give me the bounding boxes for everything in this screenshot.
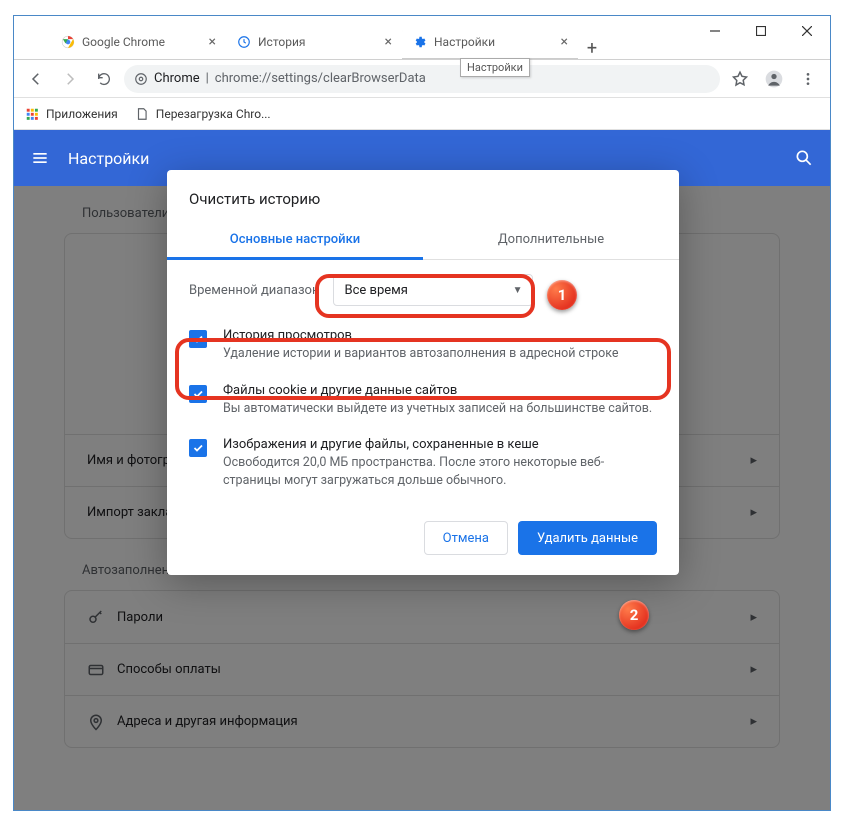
url-path: chrome://settings/clearBrowserData <box>215 71 426 86</box>
back-button[interactable] <box>22 65 50 93</box>
page-title: Настройки <box>68 149 149 168</box>
option-text: Файлы cookie и другие данные сайтов Вы а… <box>223 383 652 418</box>
search-icon[interactable] <box>794 148 814 168</box>
maximize-button[interactable] <box>738 16 784 46</box>
tab-history[interactable]: История × <box>226 25 402 59</box>
page-content: Настройки Пользователи Имя и фотография … <box>14 130 830 810</box>
time-range-label: Временной диапазон <box>189 283 319 298</box>
history-favicon <box>236 34 252 50</box>
tab-label: Google Chrome <box>82 35 165 49</box>
menu-icon[interactable] <box>794 65 822 93</box>
url-scheme: Chrome <box>154 71 200 86</box>
option-desc: Удаление истории и вариантов автозаполне… <box>223 345 619 363</box>
profile-avatar-icon[interactable] <box>760 65 788 93</box>
tab-basic[interactable]: Основные настройки <box>167 220 423 259</box>
star-bookmark-icon[interactable] <box>726 65 754 93</box>
dialog-body: Временной диапазон Все время ▼ История п… <box>167 260 679 505</box>
browser-window: Google Chrome × История × Настройки × + <box>13 15 831 811</box>
tab-label: История <box>258 35 305 49</box>
titlebar: Google Chrome × История × Настройки × + <box>14 16 830 60</box>
minimize-button[interactable] <box>692 16 738 46</box>
chrome-favicon <box>60 34 76 50</box>
option-cookies: Файлы cookie и другие данные сайтов Вы а… <box>189 373 657 428</box>
option-text: Изображения и другие файлы, сохраненные … <box>223 437 657 489</box>
tab-strip: Google Chrome × История × Настройки × + <box>14 16 606 59</box>
option-title: История просмотров <box>223 328 619 343</box>
apps-label: Приложения <box>46 107 118 121</box>
time-range-value: Все время <box>344 283 407 298</box>
chevron-down-icon: ▼ <box>513 285 523 296</box>
close-icon[interactable]: × <box>561 34 568 50</box>
page-icon <box>134 106 150 122</box>
dialog-title: Очистить историю <box>167 170 679 220</box>
option-browsing-history: История просмотров Удаление истории и ва… <box>189 318 657 373</box>
tab-label: Настройки <box>434 35 495 49</box>
settings-favicon <box>412 34 428 50</box>
clear-data-dialog: Очистить историю Основные настройки Допо… <box>167 170 679 575</box>
apps-grid-icon <box>24 106 40 122</box>
dialog-actions: Отмена Удалить данные <box>167 505 679 575</box>
cancel-button[interactable]: Отмена <box>424 521 508 555</box>
close-icon[interactable]: × <box>209 34 216 50</box>
close-window-button[interactable] <box>784 16 830 46</box>
option-title: Файлы cookie и другие данные сайтов <box>223 383 652 398</box>
option-title: Изображения и другие файлы, сохраненные … <box>223 437 657 452</box>
checkbox-history[interactable] <box>189 330 207 348</box>
menu-hamburger-icon[interactable] <box>30 148 50 168</box>
clear-data-button[interactable]: Удалить данные <box>518 521 657 555</box>
apps-shortcut[interactable]: Приложения <box>24 106 118 122</box>
browser-toolbar: Chrome | chrome://settings/clearBrowserD… <box>14 60 830 98</box>
new-tab-button[interactable]: + <box>578 38 606 59</box>
option-desc: Вы автоматически выйдете из учетных запи… <box>223 400 652 418</box>
option-cache: Изображения и другие файлы, сохраненные … <box>189 427 657 499</box>
time-range-select[interactable]: Все время ▼ <box>333 274 533 306</box>
dialog-tabs: Основные настройки Дополнительные <box>167 220 679 260</box>
option-text: История просмотров Удаление истории и ва… <box>223 328 619 363</box>
tab-chrome[interactable]: Google Chrome × <box>50 25 226 59</box>
site-info-icon[interactable] <box>134 72 148 86</box>
checkbox-cache[interactable] <box>189 439 207 457</box>
bookmarks-bar: Приложения Перезагрузка Chro... <box>14 98 830 130</box>
url-separator: | <box>206 71 209 86</box>
address-bar[interactable]: Chrome | chrome://settings/clearBrowserD… <box>124 65 720 93</box>
reload-button[interactable] <box>90 65 118 93</box>
tab-settings[interactable]: Настройки × <box>402 25 578 59</box>
option-desc: Освободится 20,0 МБ пространства. После … <box>223 454 657 489</box>
tab-advanced[interactable]: Дополнительные <box>423 220 679 259</box>
checkbox-cookies[interactable] <box>189 385 207 403</box>
close-icon[interactable]: × <box>385 34 392 50</box>
bookmark-item[interactable]: Перезагрузка Chro... <box>134 106 271 122</box>
window-controls <box>692 16 830 46</box>
bookmark-label: Перезагрузка Chro... <box>156 107 271 121</box>
forward-button[interactable] <box>56 65 84 93</box>
tab-tooltip: Настройки <box>460 58 530 77</box>
time-range-row: Временной диапазон Все время ▼ <box>189 274 657 306</box>
